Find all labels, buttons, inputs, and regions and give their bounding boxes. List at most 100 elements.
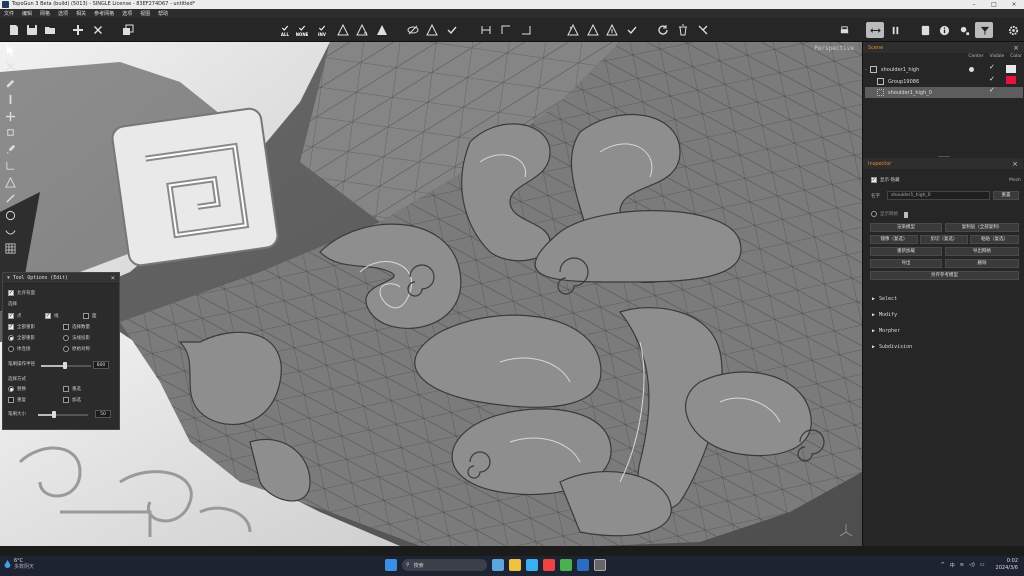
circle-tool-icon[interactable] <box>0 207 20 224</box>
tool-a-icon[interactable] <box>478 21 494 39</box>
hide-icon[interactable] <box>405 21 421 39</box>
move-tool-icon[interactable] <box>0 108 20 125</box>
checkbox-icon[interactable] <box>63 397 69 403</box>
brush-size-input[interactable]: 50 <box>95 410 111 418</box>
info-icon[interactable] <box>935 22 953 38</box>
close-button[interactable]: × <box>1004 0 1024 9</box>
weld-tool-icon[interactable] <box>0 174 20 191</box>
menu-reference[interactable]: 参考网格 <box>94 10 114 17</box>
gear-pin-icon[interactable] <box>955 22 973 38</box>
color-swatch[interactable] <box>1006 65 1016 73</box>
brush-radius-handle[interactable] <box>63 362 67 369</box>
close-icon[interactable]: × <box>111 274 115 282</box>
3d-viewport[interactable]: Perspective <box>0 42 862 546</box>
paste-button[interactable]: 粘贴（复选） <box>970 235 1019 244</box>
cut-button[interactable]: 剪切（复选） <box>920 235 968 244</box>
reload-button[interactable]: 重新加载 <box>870 247 942 256</box>
display-wire-option[interactable]: 显示网格 <box>871 211 898 217</box>
duplicate-layer-button[interactable]: 复制层（全部复制） <box>945 223 1019 232</box>
face-option[interactable]: 面 <box>83 313 97 319</box>
checkbox-icon[interactable]: ✓ <box>45 313 51 319</box>
close-icon[interactable]: × <box>1012 160 1018 168</box>
scene-row[interactable]: - shoulder1_high <box>865 64 1023 75</box>
confirm-icon[interactable] <box>444 21 460 39</box>
radio-icon[interactable] <box>63 335 69 341</box>
modify-section[interactable]: ▶ Modify <box>872 310 1012 320</box>
bridge-tool-icon[interactable] <box>0 224 20 241</box>
ruler-tool-icon[interactable] <box>0 92 20 109</box>
battery-icon[interactable]: ▭ <box>980 562 985 568</box>
menu-view[interactable]: 视图 <box>140 10 150 17</box>
new-file-icon[interactable] <box>6 21 22 39</box>
select-tool-icon[interactable] <box>0 42 20 59</box>
menu-related[interactable]: 相关 <box>76 10 86 17</box>
checkbox-icon[interactable] <box>8 397 14 403</box>
open-icon[interactable] <box>42 21 58 39</box>
render-model-button[interactable]: 渲染模型 <box>870 223 942 232</box>
color-swatch[interactable] <box>1006 76 1016 84</box>
add-icon[interactable] <box>70 21 86 39</box>
checkbox-icon[interactable]: ✓ <box>8 313 14 319</box>
select-count-option[interactable]: 选择数量 <box>63 324 90 330</box>
radio-icon[interactable] <box>8 346 14 352</box>
splitter-handle[interactable] <box>938 156 950 157</box>
swap-icon[interactable] <box>866 22 884 38</box>
menu-help[interactable]: 帮助 <box>158 10 168 17</box>
display-slider-handle[interactable] <box>904 212 908 218</box>
trash-icon[interactable] <box>675 21 691 39</box>
tool-c-icon[interactable] <box>518 21 534 39</box>
knife-tool-icon[interactable] <box>0 191 20 208</box>
visible-check-icon[interactable]: ✓ <box>989 75 995 83</box>
refresh-icon[interactable] <box>655 21 671 39</box>
shrink-selection-icon[interactable] <box>354 21 370 39</box>
checkbox-icon[interactable]: ✓ <box>871 177 877 183</box>
volume-icon[interactable]: ◁) <box>969 562 975 568</box>
menu-options[interactable]: 选项 <box>122 10 132 17</box>
radio-icon[interactable] <box>8 386 14 392</box>
save-icon[interactable] <box>24 21 40 39</box>
select-invert-button[interactable]: INV <box>314 21 330 39</box>
maximize-button[interactable]: □ <box>984 0 1004 9</box>
app-green-icon[interactable] <box>560 559 572 571</box>
brush-radius-input[interactable]: 800 <box>93 361 109 369</box>
cut-tool-icon[interactable] <box>0 59 20 76</box>
tool-b-icon[interactable] <box>498 21 514 39</box>
pause-icon[interactable] <box>886 22 904 38</box>
menu-file[interactable]: 文件 <box>4 10 14 17</box>
select-faces-icon[interactable] <box>374 21 390 39</box>
pen-tool-icon[interactable] <box>0 75 20 92</box>
select-none-button[interactable]: NONE <box>294 21 310 39</box>
app-blue-icon[interactable] <box>577 559 589 571</box>
mode-add-option[interactable]: 加选 <box>63 397 81 403</box>
apply-icon[interactable] <box>624 21 640 39</box>
mode-repeat-option[interactable]: 重复 <box>8 397 26 403</box>
select-all-button[interactable]: ALL <box>277 21 293 39</box>
mode-replace-option[interactable]: 替换 <box>8 386 26 392</box>
print-icon[interactable] <box>835 22 853 38</box>
radio-all-ghost[interactable]: 全部重影 <box>8 335 35 341</box>
unhide-icon[interactable] <box>424 21 440 39</box>
checkbox-icon[interactable] <box>63 324 69 330</box>
edge-tool-icon[interactable] <box>0 158 20 175</box>
soft-select-option[interactable]: ✓ 全部重影 <box>8 324 35 330</box>
scene-row[interactable]: Group19086 <box>865 76 1023 87</box>
task-view-icon[interactable] <box>492 559 504 571</box>
grow-selection-icon[interactable] <box>335 21 351 39</box>
menu-edit[interactable]: 编辑 <box>22 10 32 17</box>
chevron-up-icon[interactable]: ^ <box>941 562 945 568</box>
rename-button[interactable]: 重置 <box>993 191 1019 200</box>
radio-icon[interactable] <box>63 346 69 352</box>
name-input[interactable]: shoulder1_high_0 <box>887 191 990 200</box>
radio-normal-project[interactable]: 法线投影 <box>63 335 90 341</box>
close-icon[interactable]: × <box>1013 44 1019 52</box>
brush-tool-icon[interactable] <box>0 141 20 158</box>
expand-icon[interactable]: - <box>865 67 868 73</box>
filter-icon[interactable] <box>975 22 993 38</box>
wifi-icon[interactable]: ≋ <box>960 562 964 568</box>
topogun-taskbar-icon[interactable] <box>594 559 606 571</box>
smooth-icon[interactable] <box>585 21 601 39</box>
clock[interactable]: 0:02 2024/3/6 <box>996 558 1018 572</box>
file-explorer-icon[interactable] <box>509 559 521 571</box>
scene-row-selected[interactable]: shoulder1_high_0 <box>865 87 1023 98</box>
select-section[interactable]: ▶ Select <box>872 294 1012 304</box>
